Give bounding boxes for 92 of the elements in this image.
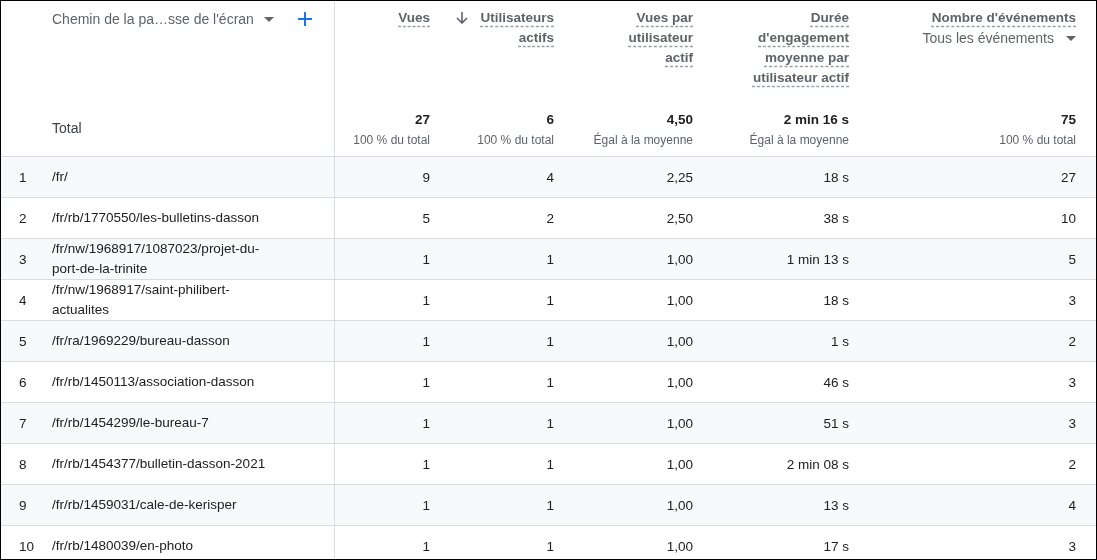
table-cell: 2 bbox=[1068, 333, 1076, 349]
table-cell: 18 s bbox=[823, 169, 849, 185]
column-header[interactable]: Nombre d'événements bbox=[931, 8, 1076, 28]
table-cell: 13 s bbox=[823, 497, 849, 513]
table-cell: 2 bbox=[546, 210, 554, 226]
table-cell: 3 bbox=[1068, 292, 1076, 308]
table-cell: 2 min 08 s bbox=[786, 456, 849, 472]
row-number: 3 bbox=[19, 251, 27, 267]
table-cell: 27 bbox=[1060, 169, 1076, 185]
table-cell: 2,25 bbox=[666, 169, 693, 185]
table-cell: 51 s bbox=[823, 415, 849, 431]
table-cell: 38 s bbox=[823, 210, 849, 226]
page-path: /fr/rb/1480039/en-photo bbox=[52, 537, 194, 555]
table-cell: 4 bbox=[546, 169, 554, 185]
table-cell: 1,00 bbox=[666, 415, 693, 431]
table-cell: 1 bbox=[422, 456, 430, 472]
table-cell: 1 s bbox=[831, 333, 849, 349]
table-cell: 46 s bbox=[823, 374, 849, 390]
table-cell: 5 bbox=[422, 210, 430, 226]
page-path: /fr/rb/1454299/le-bureau-7 bbox=[52, 414, 209, 432]
column-header[interactable]: Vues bbox=[398, 8, 430, 28]
table-cell: 2 bbox=[1068, 456, 1076, 472]
table-cell: 1,00 bbox=[666, 374, 693, 390]
table-cell: 1 min 13 s bbox=[786, 251, 849, 267]
table-cell: 3 bbox=[1068, 374, 1076, 390]
table-cell: 1,00 bbox=[666, 251, 693, 267]
total-value: 2 min 16 s bbox=[783, 112, 849, 127]
total-value: 27 bbox=[414, 112, 430, 127]
total-note: Égal à la moyenne bbox=[593, 133, 693, 147]
table-cell: 10 bbox=[1060, 210, 1076, 226]
sort-arrow-icon[interactable] bbox=[456, 12, 469, 24]
column-header[interactable]: Vues par utilisateur actif bbox=[628, 8, 693, 68]
page-path: /fr/rb/1459031/cale-de-kerisper bbox=[52, 496, 237, 514]
row-number: 8 bbox=[19, 456, 27, 472]
table-cell: 1 bbox=[422, 415, 430, 431]
page-path: /fr/ra/1969229/bureau-dasson bbox=[52, 332, 230, 350]
table-cell: 1 bbox=[546, 456, 554, 472]
page-path: /fr/rb/1454377/bulletin-dasson-2021 bbox=[52, 455, 266, 473]
row-number: 5 bbox=[19, 333, 27, 349]
page-path: /fr/ bbox=[52, 168, 68, 186]
table-cell: 1,00 bbox=[666, 456, 693, 472]
table-cell: 1 bbox=[546, 415, 554, 431]
table-cell: 4 bbox=[1068, 497, 1076, 513]
page-path: /fr/nw/1968917/saint-philibert-actualites bbox=[52, 281, 231, 319]
total-note: 100 % du total bbox=[477, 133, 554, 147]
column-header[interactable]: Utilisateurs actifs bbox=[480, 8, 554, 48]
table-cell: 3 bbox=[1068, 415, 1076, 431]
add-icon[interactable] bbox=[297, 12, 312, 26]
table-cell: 1 bbox=[546, 333, 554, 349]
table-cell: 1,00 bbox=[666, 292, 693, 308]
table-cell: 1 bbox=[546, 292, 554, 308]
row-number: 10 bbox=[19, 538, 35, 554]
row-number: 4 bbox=[19, 292, 27, 308]
total-value: 75 bbox=[1060, 112, 1076, 127]
caret-icon bbox=[1066, 35, 1076, 41]
dimension-dropdown[interactable]: Chemin de la pa…sse de l'écran bbox=[52, 11, 274, 27]
total-note: 100 % du total bbox=[999, 133, 1076, 147]
row-number: 9 bbox=[19, 497, 27, 513]
table-cell: 9 bbox=[422, 169, 430, 185]
table-cell: 1 bbox=[422, 497, 430, 513]
row-number: 2 bbox=[19, 210, 27, 226]
table-cell: 1 bbox=[422, 292, 430, 308]
table-cell: 1 bbox=[546, 374, 554, 390]
total-note: 100 % du total bbox=[353, 133, 430, 147]
total-note: Égal à la moyenne bbox=[749, 133, 849, 147]
table-cell: 1 bbox=[422, 374, 430, 390]
table-cell: 18 s bbox=[823, 292, 849, 308]
page-path: /fr/nw/1968917/1087023/projet-du-port-de-la-trinite bbox=[52, 240, 261, 278]
table-cell: 3 bbox=[1068, 538, 1076, 554]
table-cell: 1 bbox=[422, 333, 430, 349]
table-cell: 1,00 bbox=[666, 497, 693, 513]
column-header[interactable]: Durée d'engagement moyenne par utilisateur actif bbox=[752, 8, 849, 88]
table-cell: 5 bbox=[1068, 251, 1076, 267]
total-value: 4,50 bbox=[666, 112, 693, 127]
table-cell: 17 s bbox=[823, 538, 849, 554]
table-cell: 1,00 bbox=[666, 333, 693, 349]
page-path: /fr/rb/1770550/les-bulletins-dasson bbox=[52, 209, 260, 227]
table-cell: 1 bbox=[422, 251, 430, 267]
table-cell: 1 bbox=[422, 538, 430, 554]
table-cell: 1,00 bbox=[666, 538, 693, 554]
table-cell: 2,50 bbox=[666, 210, 693, 226]
page-path: /fr/rb/1450113/association-dasson bbox=[52, 373, 255, 391]
row-number: 6 bbox=[19, 374, 27, 390]
total-value: 6 bbox=[546, 112, 554, 127]
row-number: 7 bbox=[19, 415, 27, 431]
table-cell: 1 bbox=[546, 497, 554, 513]
row-number: 1 bbox=[19, 169, 27, 185]
total-label: Total bbox=[52, 120, 83, 136]
event-dropdown[interactable]: Tous les événements bbox=[922, 30, 1076, 46]
caret-icon bbox=[263, 16, 274, 22]
table-cell: 1 bbox=[546, 538, 554, 554]
table-cell: 1 bbox=[546, 251, 554, 267]
